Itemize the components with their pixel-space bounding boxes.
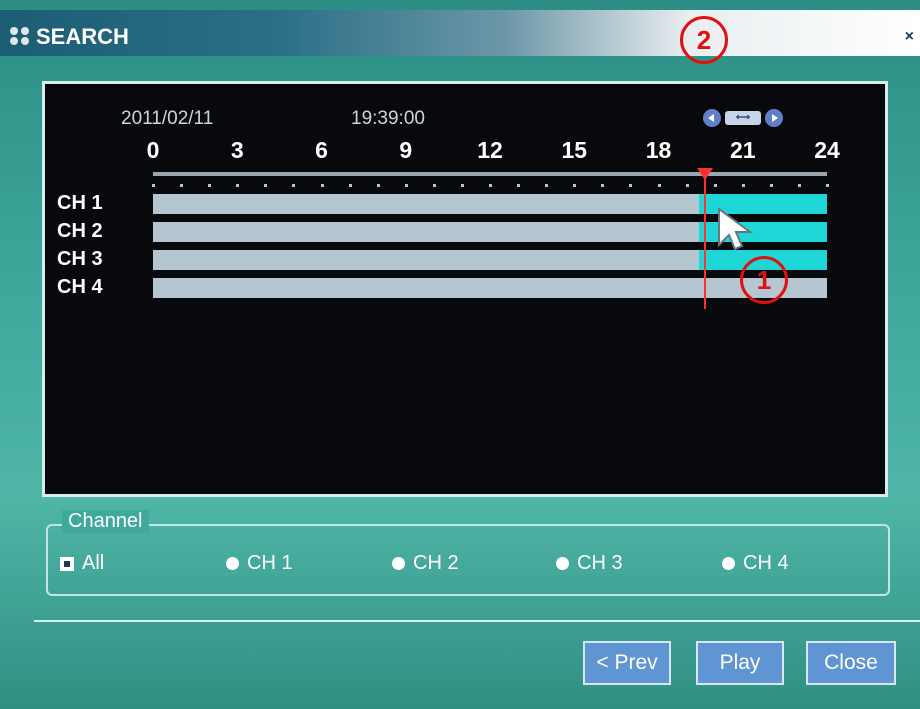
- hour-label: 3: [230, 137, 244, 163]
- channel-option-ch3[interactable]: CH 3: [556, 552, 623, 575]
- radio-icon: [226, 557, 239, 570]
- search-window: SEARCH × 2 2011/02/11 19:39:00 ⟷ 0 3 6 9 12 1…: [0, 0, 920, 709]
- channel-track[interactable]: [153, 278, 827, 298]
- hour-tick: [292, 184, 296, 187]
- hour-tick: [517, 184, 521, 187]
- hour-tick: [404, 184, 408, 187]
- annotation-marker-1: 1: [740, 256, 788, 304]
- hour-tick: [320, 184, 324, 187]
- hour-tick: [657, 184, 661, 187]
- hour-tick: [348, 184, 352, 187]
- radio-icon: [556, 557, 569, 570]
- channel-option-ch1[interactable]: CH 1: [226, 552, 293, 575]
- radio-icon: [722, 557, 735, 570]
- channel-label: CH 2: [57, 220, 103, 242]
- hour-label: 12: [477, 137, 503, 163]
- close-button[interactable]: Close: [806, 641, 896, 685]
- mouse-cursor-icon: [718, 207, 754, 251]
- play-button[interactable]: Play: [696, 641, 784, 685]
- hour-tick: [797, 184, 801, 187]
- close-icon[interactable]: ×: [905, 28, 914, 46]
- hour-label: 24: [814, 137, 840, 163]
- checkbox-selected-icon: [60, 556, 74, 571]
- hour-tick: [573, 184, 577, 187]
- zoom-control[interactable]: ⟷: [703, 109, 785, 129]
- time-axis-line[interactable]: [153, 172, 827, 176]
- hour-tick: [264, 184, 268, 187]
- hour-tick: [741, 184, 745, 187]
- channel-option-ch4[interactable]: CH 4: [722, 552, 789, 575]
- channel-label: CH 1: [57, 192, 103, 214]
- hour-label: 9: [399, 137, 413, 163]
- channel-option-ch2[interactable]: CH 2: [392, 552, 459, 575]
- app-icon: [10, 27, 32, 45]
- zoom-left-arrow-icon[interactable]: [703, 109, 721, 127]
- channel-option-all[interactable]: All: [60, 552, 104, 575]
- zoom-range-icon[interactable]: ⟷: [725, 111, 761, 125]
- radio-icon: [392, 557, 405, 570]
- playhead-line[interactable]: [703, 176, 706, 309]
- title-bar: SEARCH ×: [0, 10, 920, 56]
- window-title: SEARCH: [36, 24, 129, 49]
- hour-tick: [489, 184, 492, 187]
- hour-label: 15: [561, 137, 588, 163]
- hour-tick: [460, 184, 464, 187]
- hour-tick: [236, 184, 240, 187]
- channel-group-title: Channel: [62, 510, 149, 533]
- channel-track[interactable]: [153, 250, 827, 270]
- hour-label: 0: [146, 137, 160, 163]
- hour-tick: [545, 184, 549, 187]
- footer-divider: [34, 620, 920, 622]
- hour-tick: [685, 184, 689, 187]
- hour-tick: [432, 184, 436, 187]
- timeline-time: 19:39:00: [351, 108, 425, 129]
- channel-label: CH 3: [57, 248, 103, 270]
- zoom-right-arrow-icon[interactable]: [765, 109, 783, 127]
- hour-tick: [629, 184, 633, 187]
- hour-tick: [769, 184, 773, 187]
- hour-tick: [713, 184, 717, 187]
- annotation-marker-2: 2: [680, 16, 728, 64]
- timeline-panel: 2011/02/11 19:39:00 ⟷ 0 3 6 9 12 15 18 21 24 CH …: [42, 81, 888, 497]
- hour-tick: [208, 184, 212, 187]
- hour-tick: [376, 184, 380, 187]
- hour-label: 6: [315, 137, 328, 163]
- hour-tick: [152, 184, 155, 187]
- hour-label: 18: [645, 137, 672, 163]
- hour-label: 21: [729, 137, 756, 163]
- hour-tick: [180, 184, 184, 187]
- hour-tick: [826, 184, 829, 187]
- hour-tick: [601, 184, 605, 187]
- timeline-date: 2011/02/11: [121, 108, 214, 129]
- prev-button[interactable]: < Prev: [583, 641, 671, 685]
- channel-label: CH 4: [57, 276, 103, 298]
